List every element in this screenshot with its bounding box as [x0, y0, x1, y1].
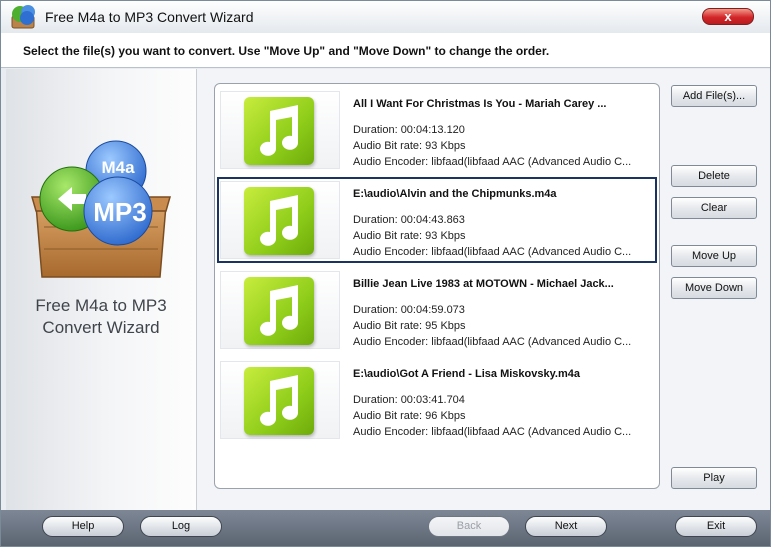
move-down-button[interactable]: Move Down	[671, 277, 757, 299]
file-name: All I Want For Christmas Is You - Mariah…	[353, 98, 607, 110]
delete-button[interactable]: Delete	[671, 165, 757, 187]
file-duration: Duration: 00:04:13.120	[353, 124, 465, 136]
file-bitrate: Audio Bit rate: 93 Kbps	[353, 230, 466, 242]
title-bar: Free M4a to MP3 Convert Wizard x	[1, 1, 770, 33]
wizard-window: Free M4a to MP3 Convert Wizard x Select …	[0, 0, 771, 547]
music-note-icon	[244, 277, 314, 345]
file-thumbnail	[220, 271, 340, 349]
file-duration: Duration: 00:04:59.073	[353, 304, 465, 316]
file-name: E:\audio\Alvin and the Chipmunks.m4a	[353, 188, 557, 200]
file-encoder: Audio Encoder: libfaad(libfaad AAC (Adva…	[353, 156, 632, 168]
app-logo: M4a MP3	[31, 140, 171, 278]
file-duration: Duration: 00:03:41.704	[353, 394, 465, 406]
file-bitrate: Audio Bit rate: 96 Kbps	[353, 410, 466, 422]
logo-caption-line1: Free M4a to MP3	[35, 296, 167, 315]
file-duration: Duration: 00:04:43.863	[353, 214, 465, 226]
logo-mp3-label: MP3	[93, 197, 146, 227]
file-name: E:\audio\Got A Friend - Lisa Miskovsky.m…	[353, 368, 580, 380]
branding-panel: M4a MP3 Free M4a to MP3 Convert Wizard	[6, 69, 197, 510]
logo-caption-line2: Convert Wizard	[42, 318, 160, 337]
file-name: Billie Jean Live 1983 at MOTOWN - Michae…	[353, 278, 614, 290]
file-encoder: Audio Encoder: libfaad(libfaad AAC (Adva…	[353, 246, 632, 258]
file-list-item[interactable]: All I Want For Christmas Is You - Mariah…	[217, 87, 657, 173]
file-list-item-selected[interactable]: E:\audio\Alvin and the Chipmunks.m4a Dur…	[217, 177, 657, 263]
file-encoder: Audio Encoder: libfaad(libfaad AAC (Adva…	[353, 426, 632, 438]
file-list[interactable]: All I Want For Christmas Is You - Mariah…	[214, 83, 660, 489]
move-up-button[interactable]: Move Up	[671, 245, 757, 267]
add-files-button[interactable]: Add File(s)...	[671, 85, 757, 107]
file-thumbnail	[220, 181, 340, 259]
window-title: Free M4a to MP3 Convert Wizard	[45, 9, 254, 25]
log-button[interactable]: Log	[140, 516, 222, 537]
play-button[interactable]: Play	[671, 467, 757, 489]
logo-m4a-label: M4a	[101, 158, 135, 177]
next-button[interactable]: Next	[525, 516, 607, 537]
music-note-icon	[244, 367, 314, 435]
close-icon: x	[724, 9, 732, 24]
logo-caption: Free M4a to MP3 Convert Wizard	[6, 295, 196, 339]
back-button[interactable]: Back	[428, 516, 510, 537]
file-encoder: Audio Encoder: libfaad(libfaad AAC (Adva…	[353, 336, 632, 348]
music-note-icon	[244, 97, 314, 165]
file-list-item[interactable]: Billie Jean Live 1983 at MOTOWN - Michae…	[217, 267, 657, 353]
music-note-icon	[244, 187, 314, 255]
file-list-item[interactable]: E:\audio\Got A Friend - Lisa Miskovsky.m…	[217, 357, 657, 443]
close-button[interactable]: x	[702, 8, 754, 25]
exit-button[interactable]: Exit	[675, 516, 757, 537]
file-thumbnail	[220, 361, 340, 439]
instruction-bar: Select the file(s) you want to convert. …	[1, 33, 770, 68]
help-button[interactable]: Help	[42, 516, 124, 537]
file-thumbnail	[220, 91, 340, 169]
app-icon	[11, 5, 35, 29]
clear-button[interactable]: Clear	[671, 197, 757, 219]
file-bitrate: Audio Bit rate: 95 Kbps	[353, 320, 466, 332]
instruction-text: Select the file(s) you want to convert. …	[23, 44, 550, 58]
file-bitrate: Audio Bit rate: 93 Kbps	[353, 140, 466, 152]
bottom-navigation-bar: Help Log Back Next Exit	[1, 510, 770, 546]
